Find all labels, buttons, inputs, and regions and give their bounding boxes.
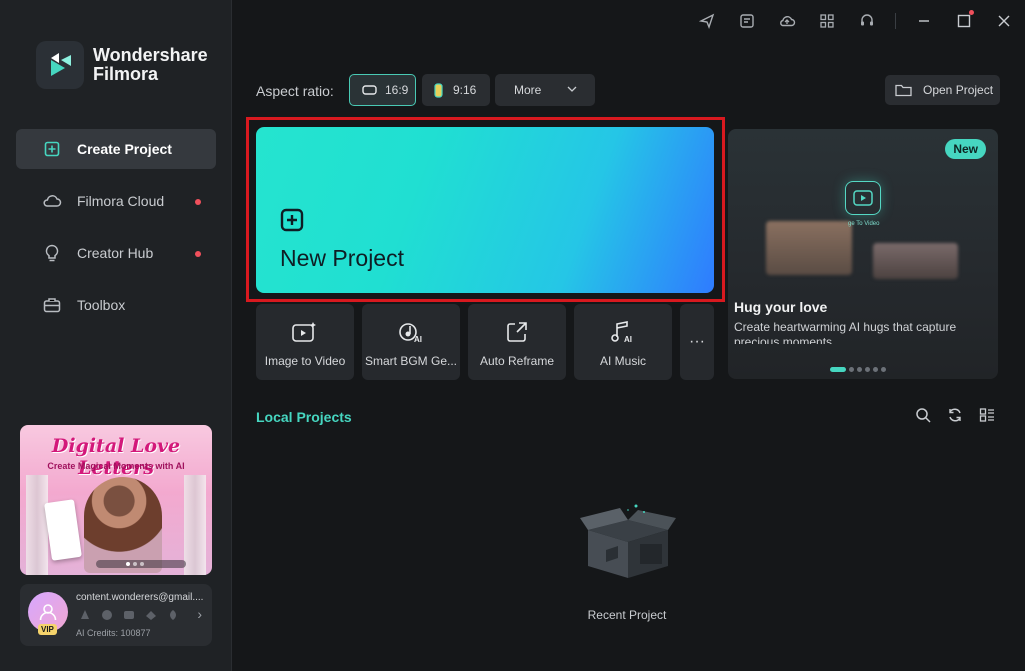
new-badge: New [945,139,986,159]
lightbulb-icon [42,243,62,263]
local-projects-title: Local Projects [256,409,352,425]
new-project-button[interactable]: New Project [256,127,714,293]
more-label: More [514,83,542,97]
create-project-icon [42,139,62,159]
task-list-icon[interactable] [737,11,757,31]
promo-pager-dots [126,562,144,566]
more-tools-button[interactable]: ··· [680,304,714,380]
smart-bgm-icon: AI [362,320,460,344]
carousel-dot[interactable] [857,367,862,372]
ellipsis-icon: ··· [689,333,705,350]
benefit-icon [166,608,180,622]
chevron-down-icon [567,85,577,93]
promo-photo-card [44,499,82,561]
chevron-right-icon[interactable]: › [197,606,202,622]
ai-credits: AI Credits: 100877 [76,628,151,638]
tool-label: Smart BGM Ge... [364,354,457,368]
promo-pillar [26,475,48,575]
cloud-icon [42,191,62,211]
notification-dot [195,251,201,257]
sidebar-item-label: Create Project [77,141,172,157]
filmora-logo-icon [36,41,84,89]
carousel-dot[interactable] [865,367,870,372]
vip-badge: VIP [38,624,57,635]
aspect-ratio-label: Aspect ratio: [256,83,334,99]
ratio-label: 16:9 [385,83,409,97]
tool-label: Image to Video [264,354,346,368]
sidebar-item-toolbox[interactable]: Toolbox [16,285,216,325]
folder-icon [895,83,912,97]
open-project-label: Open Project [923,83,994,97]
list-view-icon[interactable] [978,406,996,424]
account-benefit-icons [78,608,180,622]
carousel-dot[interactable] [881,367,886,372]
apps-grid-icon[interactable] [817,11,837,31]
carousel-dot[interactable] [830,367,846,372]
tool-label: AI Music [599,354,646,368]
titlebar-separator [895,13,896,29]
empty-project-box-icon [578,500,678,580]
feature-thumbnail [766,221,852,275]
promo-subtitle: Create Magical Moments with AI [47,461,185,471]
sidebar-item-label: Creator Hub [77,245,154,261]
empty-state-label: Recent Project [587,608,667,622]
ratio-9-16-button[interactable]: 9:16 [422,74,490,106]
carousel-dots [830,367,886,372]
feature-overlay-text: ge To Video [848,221,880,227]
refresh-icon[interactable] [946,406,964,424]
landscape-ratio-icon [362,85,377,95]
portrait-ratio-icon [434,82,443,98]
tool-label: Auto Reframe [479,354,555,368]
account-email: content.wonderers@gmail.... [76,592,204,603]
feature-description: Create heartwarming AI hugs that capture… [734,320,957,344]
auto-reframe-icon [468,320,566,344]
sidebar-item-filmora-cloud[interactable]: Filmora Cloud [16,181,216,221]
cloud-upload-icon[interactable] [777,11,797,31]
image-to-video-feature-icon [845,181,881,215]
toolbox-icon [42,295,62,315]
promo-couple-image [84,477,162,573]
search-icon[interactable] [914,406,932,424]
ai-music-icon: AI [574,320,672,344]
add-project-icon [280,208,304,232]
headset-support-icon[interactable] [857,11,877,31]
sidebar-item-label: Toolbox [77,297,126,313]
minimize-icon[interactable] [914,11,934,31]
more-ratios-dropdown[interactable]: More [495,74,595,106]
carousel-dot[interactable] [849,367,854,372]
sidebar-item-creator-hub[interactable]: Creator Hub [16,233,216,273]
tool-image-to-video[interactable]: Image to Video [256,304,354,380]
maximize-icon[interactable] [954,10,974,31]
promo-pillar [184,475,206,575]
close-icon[interactable] [994,11,1014,31]
sidebar-item-label: Filmora Cloud [77,193,165,209]
carousel-dot[interactable] [873,367,878,372]
benefit-icon [100,608,114,622]
open-project-button[interactable]: Open Project [885,75,1000,105]
svg-text:AI: AI [624,335,632,344]
image-to-video-icon [256,320,354,344]
feature-title: Hug your love [734,299,828,315]
benefit-icon [144,608,158,622]
sidebar: Wondershare Filmora Create Project Filmo… [0,0,232,671]
notification-dot [195,199,201,205]
promo-banner[interactable]: Digital Love Letters Create Magical Mome… [20,425,212,575]
feature-carousel-card[interactable]: New ge To Video Hug your love Create hea… [728,129,998,379]
brand-name: Wondershare Filmora [93,45,208,84]
notification-dot [969,10,974,15]
feature-thumbnail [873,243,958,279]
tool-auto-reframe[interactable]: Auto Reframe [468,304,566,380]
benefit-icon [122,608,136,622]
ratio-label: 9:16 [453,83,477,97]
new-project-label: New Project [280,245,404,271]
tool-ai-music[interactable]: AI AI Music [574,304,672,380]
benefit-icon [78,608,92,622]
sidebar-item-create-project[interactable]: Create Project [16,129,216,169]
svg-text:AI: AI [414,335,422,344]
send-icon[interactable] [697,11,717,31]
ratio-16-9-button[interactable]: 16:9 [349,74,416,106]
account-panel[interactable]: VIP content.wonderers@gmail.... AI Credi… [20,584,212,646]
tool-smart-bgm[interactable]: AI Smart BGM Ge... [362,304,460,380]
promo-title: Digital Love Letters [51,435,181,479]
